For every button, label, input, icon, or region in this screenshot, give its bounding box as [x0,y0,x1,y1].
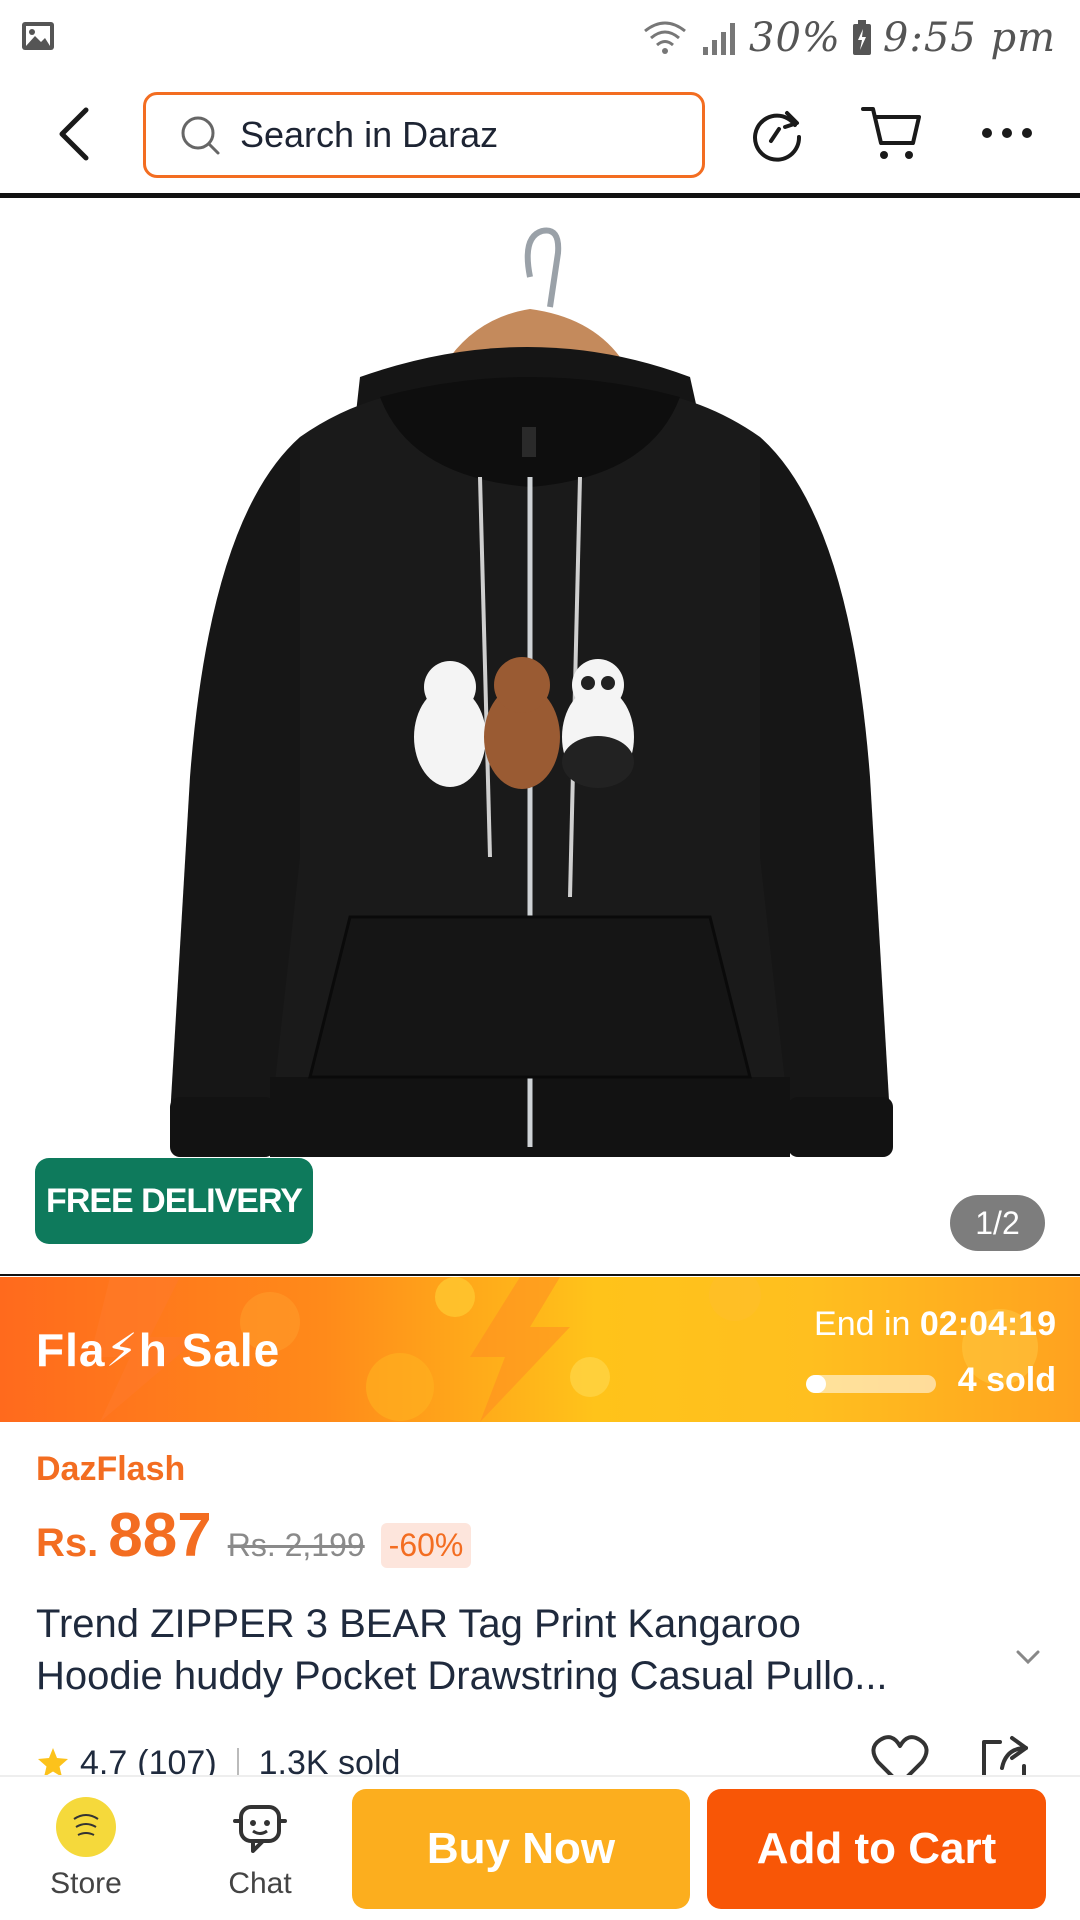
product-title-line-1: Trend ZIPPER 3 BEAR Tag Print Kangaroo [36,1602,801,1646]
bottom-action-bar: Store Chat Buy Now Add to Cart [0,1775,1080,1920]
price-row: Rs. 887 Rs. 2,199 -60% [36,1500,472,1570]
flash-sale-countdown: End in 02:04:19 [814,1305,1056,1344]
store-logo-icon [56,1797,116,1857]
wifi-icon [644,21,686,54]
sold-progress-fill [806,1375,826,1393]
flash-sale-banner[interactable]: Fla⚡h Sale End in 02:04:19 4 sold [0,1277,1080,1422]
image-notification-icon [22,22,54,50]
battery-icon [852,20,871,55]
more-menu-button[interactable] [974,100,1040,166]
top-navigation: Search in Daraz [0,80,1080,198]
product-title-line-2: Hoodie huddy Pocket Drawstring Casual Pu… [36,1654,888,1698]
price-currency: Rs. [36,1521,99,1565]
search-icon [181,116,220,155]
search-input[interactable]: Search in Daraz [143,92,705,178]
chevron-left-icon [59,107,89,161]
add-to-cart-button[interactable]: Add to Cart [707,1789,1046,1909]
chat-label: Chat [228,1867,292,1900]
refresh-share-icon [753,111,802,162]
store-button[interactable]: Store [26,1791,146,1911]
product-title[interactable]: Trend ZIPPER 3 BEAR Tag Print Kangaroo H… [36,1598,1016,1702]
free-delivery-badge: FREE DELIVERY [35,1158,313,1244]
store-logo-mark [73,1814,99,1836]
more-icon [982,128,1032,138]
status-bar: 30% 9:55 pm [0,0,1080,76]
discount-badge: -60% [380,1523,472,1568]
dazflash-tag: DazFlash [36,1450,186,1488]
sold-progress-bar [806,1375,936,1393]
flash-sold-count: 4 sold [957,1361,1056,1399]
cart-button[interactable] [858,100,924,166]
search-placeholder: Search in Daraz [240,114,499,155]
rating-divider [236,1748,239,1778]
countdown-label: End in [814,1305,911,1343]
signal-icon [703,23,736,55]
clock: 9:55 pm [882,15,1056,61]
battery-percent: 30% [749,15,841,61]
original-price: Rs. 2,199 [227,1527,365,1563]
buy-now-button[interactable]: Buy Now [352,1789,690,1909]
product-image-gallery[interactable]: FREE DELIVERY 1/2 [0,203,1080,1276]
countdown-timer: 02:04:19 [919,1305,1056,1343]
chat-button[interactable]: Chat [200,1791,320,1911]
chevron-down-icon[interactable] [1012,1640,1044,1672]
product-image [170,227,893,1157]
cart-icon [861,107,921,159]
back-button[interactable] [44,102,104,166]
flash-sale-title: Fla⚡h Sale [36,1324,281,1376]
share-button[interactable] [744,100,810,166]
chat-bot-icon [233,1805,287,1853]
image-page-indicator: 1/2 [950,1195,1045,1251]
store-label: Store [50,1867,122,1900]
current-price: 887 [108,1501,212,1570]
